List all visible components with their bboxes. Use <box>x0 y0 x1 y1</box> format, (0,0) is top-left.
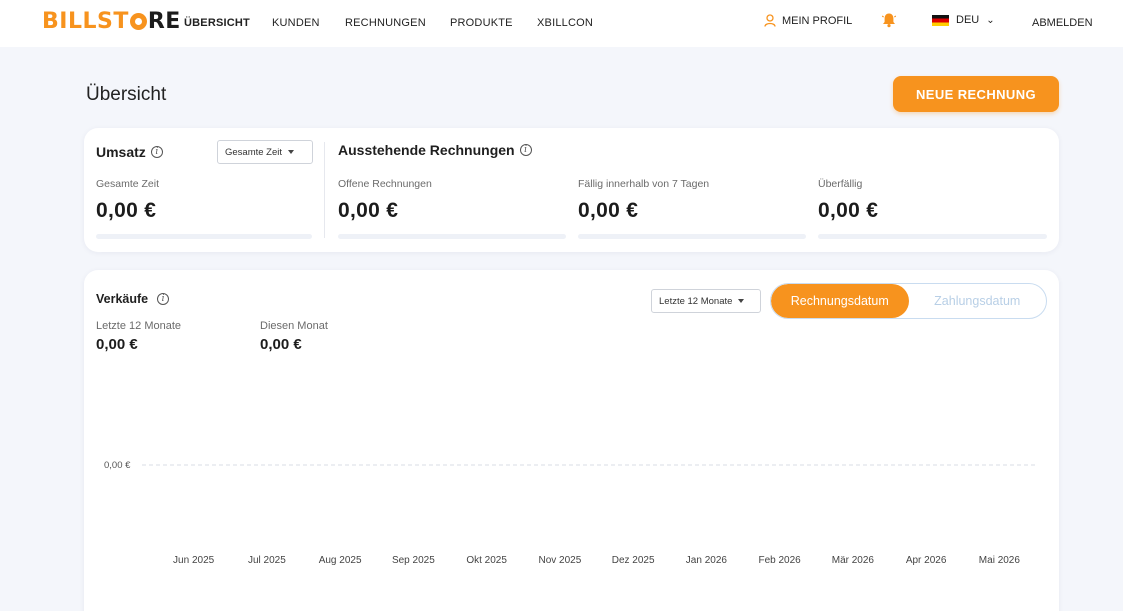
due-7-days-bar <box>578 234 806 239</box>
open-invoices-bar <box>338 234 566 239</box>
revenue-period-select[interactable]: Gesamte Zeit <box>217 140 313 164</box>
x-tick-label: Jan 2026 <box>686 555 728 566</box>
x-tick-label: Mär 2026 <box>832 555 875 566</box>
outstanding-title: Ausstehende Rechnungen <box>338 142 515 158</box>
nav-item-produkte[interactable]: PRODUKTE <box>450 17 513 29</box>
language-label: DEU <box>956 14 980 26</box>
new-invoice-button[interactable]: NEUE RECHNUNG <box>893 76 1059 112</box>
x-tick-label: Aug 2025 <box>319 555 362 566</box>
revenue-label: Gesamte Zeit <box>96 178 160 190</box>
divider <box>324 142 325 238</box>
chevron-down-icon: ⌄ <box>986 14 995 26</box>
sales-card: Verkäufe i Letzte 12 Monate Rechnungsdat… <box>84 270 1059 611</box>
due-7-days-value: 0,00 € <box>578 199 639 222</box>
x-tick-label: Apr 2026 <box>906 555 947 566</box>
revenue-bar <box>96 234 312 239</box>
german-flag-icon <box>932 14 949 26</box>
due-7-days-label: Fällig innerhalb von 7 Tagen <box>578 178 710 190</box>
sales-chart: 0,00 € Jun 2025 Jul 2025 Aug 2025 Sep 2025 Ok… <box>104 460 1036 566</box>
open-invoices-value: 0,00 € <box>338 199 399 222</box>
info-icon[interactable]: i <box>150 146 163 158</box>
profile-link[interactable]: MEIN PROFIL <box>764 14 852 27</box>
language-selector[interactable]: DEU ⌄ <box>932 14 995 26</box>
x-tick-label: Okt 2025 <box>466 555 507 566</box>
logo-text-end: RE <box>147 9 181 34</box>
x-tick-label: Dez 2025 <box>612 555 655 566</box>
logout-link[interactable]: ABMELDEN <box>1032 17 1093 29</box>
x-tick-label: Mai 2026 <box>979 555 1021 566</box>
notification-bell-icon[interactable] <box>881 12 897 28</box>
x-tick-label: Feb 2026 <box>758 555 801 566</box>
x-tick-label: Sep 2025 <box>392 555 435 566</box>
nav-item-uebersicht[interactable]: ÜBERSICHT <box>184 17 250 29</box>
logo-o-icon <box>129 13 147 30</box>
open-invoices-label: Offene Rechnungen <box>338 178 432 190</box>
summary-card: Umsatz i Gesamte Zeit Gesamte Zeit 0,00 … <box>84 128 1059 252</box>
x-tick-label: Jun 2025 <box>173 555 215 566</box>
nav-item-xbillcon[interactable]: XBILLCON <box>537 17 593 29</box>
overdue-label: Überfällig <box>818 178 863 190</box>
profile-label: MEIN PROFIL <box>782 14 853 27</box>
revenue-title: Umsatz <box>96 144 146 160</box>
overdue-bar <box>818 234 1047 239</box>
billstore-logo[interactable]: BILLST RE <box>42 9 181 34</box>
revenue-period-value: Gesamte Zeit <box>225 146 283 158</box>
page-title: Übersicht <box>86 84 167 105</box>
outstanding-heading: Ausstehende Rechnungen i <box>338 142 532 158</box>
caret-down-icon <box>288 150 295 154</box>
revenue-value: 0,00 € <box>96 199 157 222</box>
y-tick-label: 0,00 € <box>104 460 131 471</box>
top-navigation: BILLST RE ÜBERSICHT KUNDEN RECHNUNGEN PRO… <box>0 0 1123 47</box>
nav-item-kunden[interactable]: KUNDEN <box>272 17 320 29</box>
overdue-value: 0,00 € <box>818 199 879 222</box>
x-tick-label: Nov 2025 <box>538 555 581 566</box>
user-icon <box>764 14 776 27</box>
revenue-heading: Umsatz i <box>96 144 163 160</box>
x-tick-label: Jul 2025 <box>248 555 286 566</box>
nav-item-rechnungen[interactable]: RECHNUNGEN <box>345 17 426 29</box>
logo-text-start: BILLST <box>42 9 129 34</box>
info-icon[interactable]: i <box>519 144 532 156</box>
